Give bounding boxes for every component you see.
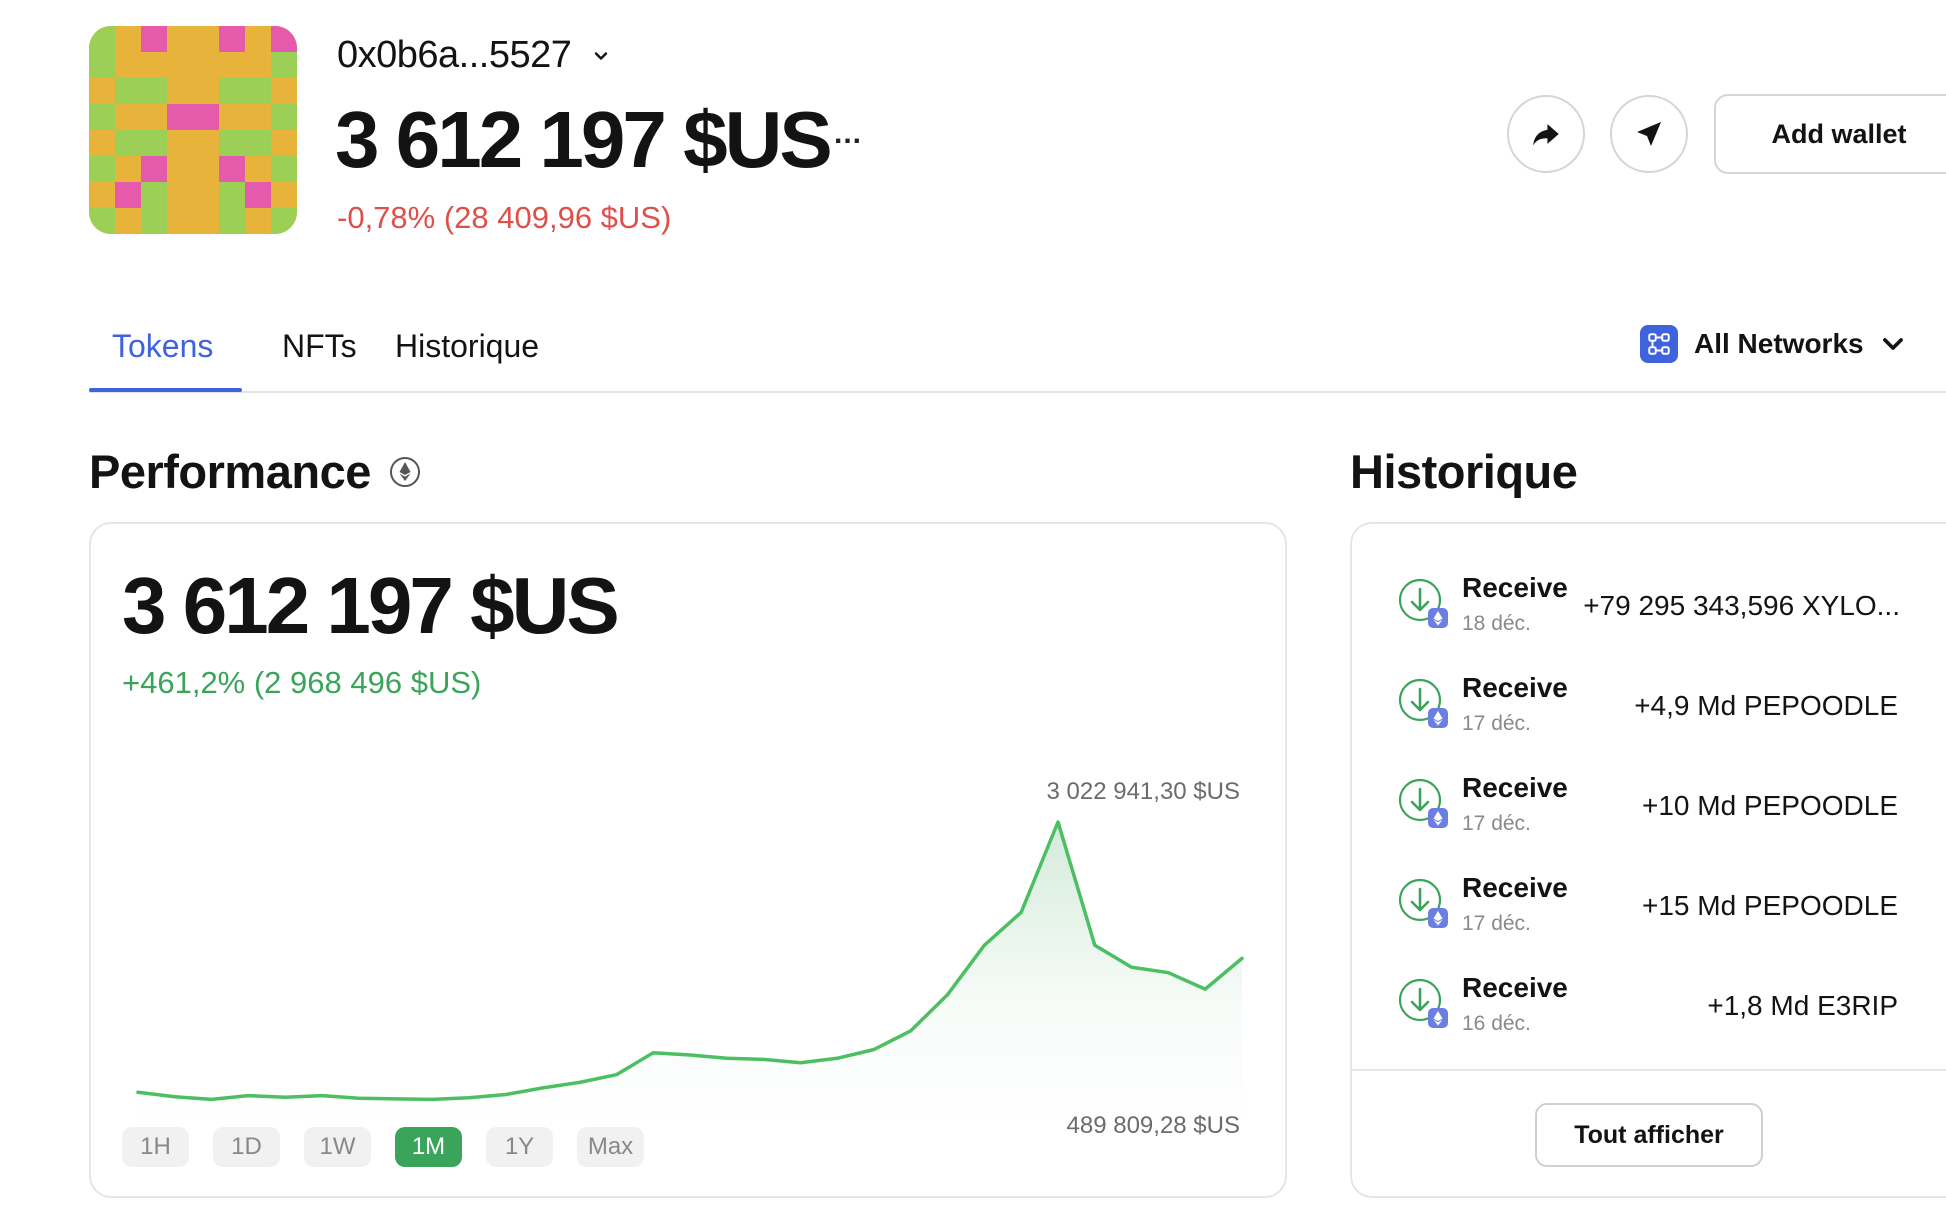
chevron-down-icon — [1882, 338, 1903, 350]
history-item[interactable]: Receive 17 déc. +15 Md PEPOODLE — [1398, 860, 1898, 940]
chart-low-label: 489 809,28 $US — [1066, 1112, 1240, 1139]
add-wallet-button[interactable]: Add wallet — [1714, 94, 1946, 174]
wallet-address: 0x0b6a...5527 — [337, 34, 572, 76]
receive-icon — [1398, 678, 1448, 728]
receive-icon — [1398, 978, 1448, 1028]
history-item-date: 17 déc. — [1462, 912, 1531, 935]
active-tab-indicator — [89, 388, 242, 392]
history-item-amount: +15 Md PEPOODLE — [1641, 890, 1898, 921]
network-selector-label: All Networks — [1694, 328, 1864, 359]
wallet-daily-change: -0,78% (28 409,96 $US) — [337, 200, 672, 235]
send-icon — [1637, 122, 1661, 146]
range-1d[interactable]: 1D — [213, 1127, 280, 1167]
history-item-type: Receive — [1462, 672, 1568, 703]
receive-icon — [1398, 778, 1448, 828]
history-item-amount: +79 295 343,596 XYLO... — [1583, 590, 1900, 621]
tab-tokens[interactable]: Tokens — [112, 328, 213, 365]
show-all-button[interactable]: Tout afficher — [1535, 1103, 1763, 1167]
history-item-type: Receive — [1462, 872, 1568, 903]
range-1h[interactable]: 1H — [122, 1127, 189, 1167]
chart-area-fill — [138, 822, 1242, 1130]
network-selector[interactable]: All Networks — [1640, 325, 1906, 363]
performance-chart — [136, 820, 1244, 1130]
performance-heading: Performance — [89, 444, 421, 499]
history-item-amount: +4,9 Md PEPOODLE — [1634, 690, 1898, 721]
range-1w[interactable]: 1W — [304, 1127, 371, 1167]
performance-title: Performance — [89, 445, 371, 498]
history-heading: Historique — [1350, 445, 1578, 498]
history-item[interactable]: Receive 17 déc. +4,9 Md PEPOODLE — [1398, 660, 1898, 740]
chevron-down-icon — [595, 51, 608, 60]
network-icon — [1640, 325, 1678, 363]
chart-high-label: 3 022 941,30 $US — [1046, 778, 1241, 805]
tabs-divider — [89, 391, 1946, 393]
history-item[interactable]: Receive 18 déc. +79 295 343,596 XYLO... — [1398, 560, 1900, 640]
history-item-date: 18 déc. — [1462, 612, 1531, 635]
performance-value: 3 612 197 $US — [122, 561, 620, 650]
history-item-type: Receive — [1462, 772, 1568, 803]
wallet-balance: 3 612 197 $US — [335, 95, 833, 184]
receive-icon — [1398, 878, 1448, 928]
share-icon — [1533, 124, 1559, 146]
history-item-amount: +1,8 Md E3RIP — [1707, 990, 1898, 1021]
tab-nfts[interactable]: NFTs — [282, 328, 357, 365]
range-1m[interactable]: 1M — [395, 1127, 462, 1167]
range-1y[interactable]: 1Y — [486, 1127, 553, 1167]
history-item-amount: +10 Md PEPOODLE — [1641, 790, 1898, 821]
history-item-date: 17 déc. — [1462, 812, 1531, 835]
receive-icon — [1398, 578, 1448, 628]
history-item-type: Receive — [1462, 572, 1568, 603]
send-button[interactable] — [1610, 95, 1688, 173]
share-button[interactable] — [1507, 95, 1585, 173]
history-item-type: Receive — [1462, 972, 1568, 1003]
history-divider — [1350, 1069, 1946, 1071]
ethereum-network-icon[interactable] — [389, 456, 421, 488]
history-item[interactable]: Receive 17 déc. +10 Md PEPOODLE — [1398, 760, 1898, 840]
tab-historique[interactable]: Historique — [395, 328, 539, 365]
more-options-button[interactable]: ... — [834, 117, 862, 151]
wallet-avatar — [89, 26, 297, 234]
history-item-date: 16 déc. — [1462, 1012, 1531, 1035]
wallet-address-selector[interactable]: 0x0b6a...5527 — [337, 34, 609, 77]
history-item-date: 17 déc. — [1462, 712, 1531, 735]
performance-change: +461,2% (2 968 496 $US) — [122, 665, 482, 700]
time-range-selector: 1H 1D 1W 1M 1Y Max — [122, 1127, 644, 1167]
range-max[interactable]: Max — [577, 1127, 644, 1167]
history-item[interactable]: Receive 16 déc. +1,8 Md E3RIP — [1398, 960, 1898, 1040]
